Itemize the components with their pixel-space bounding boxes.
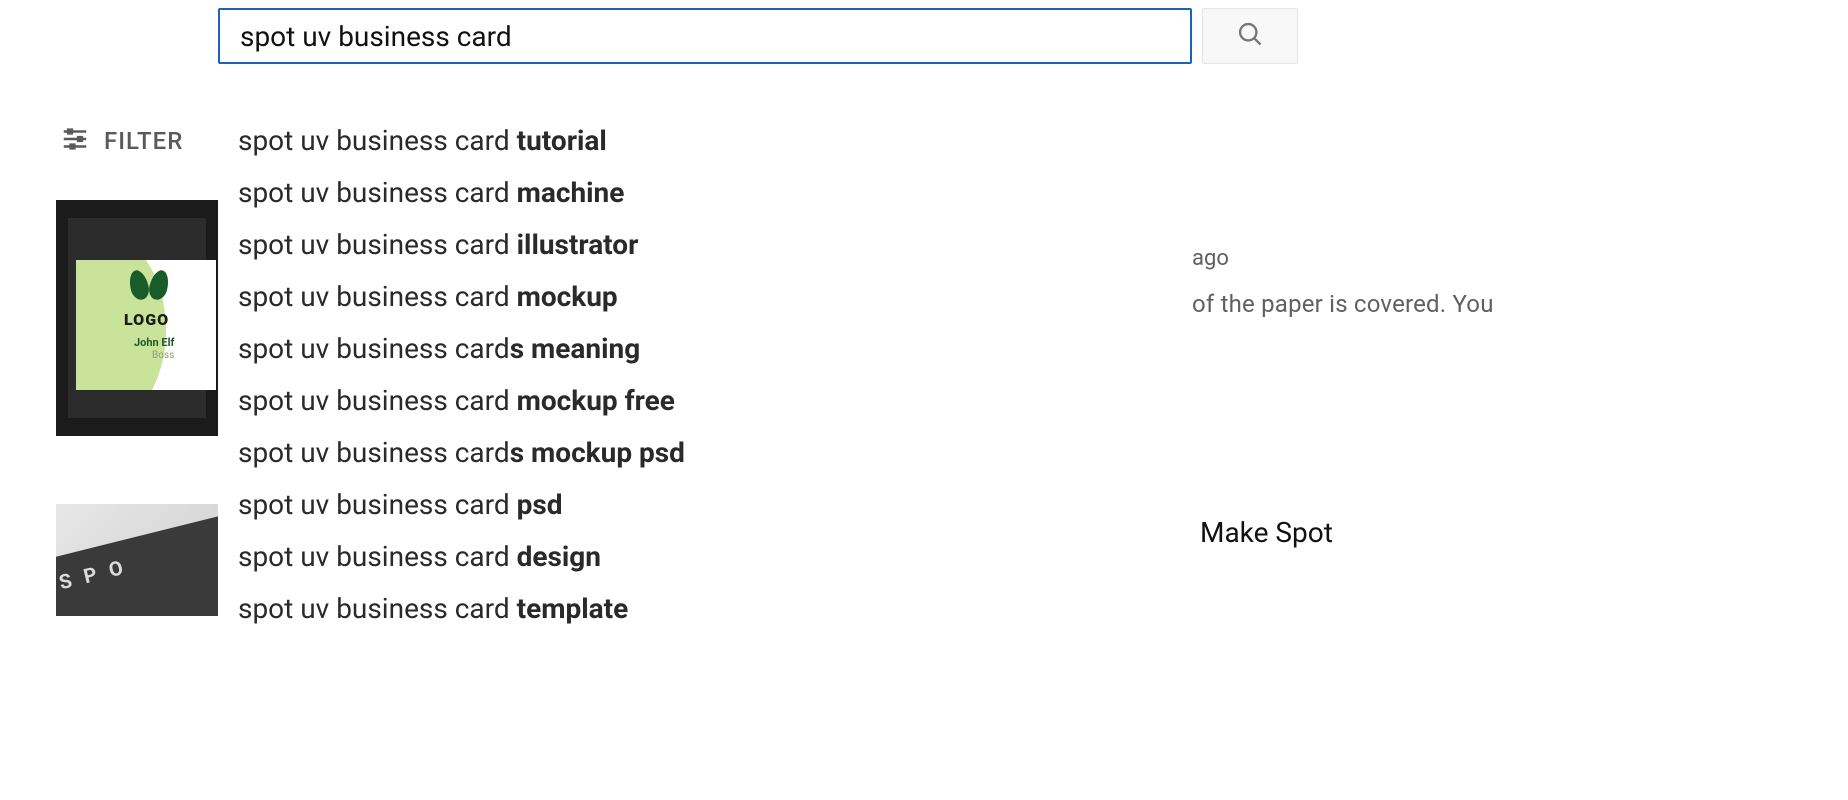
filter-icon — [60, 124, 90, 158]
suggestion-suffix: illustrator — [517, 228, 639, 261]
result-thumbnail-1[interactable]: LOGO John Elf Boss — [56, 200, 218, 436]
suggestion-prefix: spot uv business card — [238, 384, 517, 417]
suggestion-item[interactable]: spot uv business card tutorial — [218, 115, 1192, 167]
suggestion-suffix: s meaning — [510, 332, 641, 365]
thumb1-role: Boss — [152, 350, 174, 361]
suggestion-suffix: machine — [517, 176, 625, 209]
suggestion-suffix: mockup free — [517, 384, 675, 417]
suggestion-item[interactable]: spot uv business cards mockup psd — [218, 427, 1192, 479]
suggestion-prefix: spot uv business card — [238, 436, 510, 469]
result-title-fragment: Make Spot — [1200, 516, 1333, 549]
suggestion-suffix: design — [517, 540, 601, 573]
suggestion-prefix: spot uv business card — [238, 332, 510, 365]
suggestion-item[interactable]: spot uv business card machine — [218, 167, 1192, 219]
suggestion-prefix: spot uv business card — [238, 540, 517, 573]
suggestion-item[interactable]: spot uv business cards meaning — [218, 323, 1192, 375]
suggestion-suffix: tutorial — [517, 124, 607, 157]
suggestion-prefix: spot uv business card — [238, 488, 517, 521]
suggestion-prefix: spot uv business card — [238, 592, 517, 625]
suggestion-item[interactable]: spot uv business card mockup free — [218, 375, 1192, 427]
suggestion-item[interactable]: spot uv business card template — [218, 583, 1192, 635]
suggestion-item[interactable]: spot uv business card psd — [218, 479, 1192, 531]
search-icon — [1236, 20, 1264, 52]
thumb2-text: S P O — [56, 513, 218, 616]
filter-button[interactable]: FILTER — [60, 124, 183, 158]
search-suggestions: spot uv business card tutorialspot uv bu… — [218, 95, 1192, 651]
suggestion-item[interactable]: spot uv business card illustrator — [218, 219, 1192, 271]
suggestion-item[interactable]: spot uv business card design — [218, 531, 1192, 583]
suggestion-prefix: spot uv business card — [238, 228, 517, 261]
suggestion-item[interactable]: spot uv business card mockup — [218, 271, 1192, 323]
result-meta-fragment: ago — [1192, 246, 1229, 271]
suggestion-suffix: mockup — [517, 280, 618, 313]
filter-label: FILTER — [104, 127, 183, 155]
suggestion-prefix: spot uv business card — [238, 124, 517, 157]
result-thumbnail-2[interactable]: S P O — [56, 504, 218, 616]
search-button[interactable] — [1202, 8, 1298, 64]
suggestion-prefix: spot uv business card — [238, 280, 517, 313]
result-description-fragment: of the paper is covered. You — [1192, 290, 1494, 318]
suggestion-suffix: template — [517, 592, 629, 625]
thumb1-logo-text: LOGO — [124, 310, 169, 329]
search-input[interactable] — [218, 8, 1192, 64]
suggestion-suffix: s mockup psd — [510, 436, 685, 469]
search-bar — [218, 8, 1298, 64]
suggestion-suffix: psd — [517, 488, 563, 521]
suggestion-prefix: spot uv business card — [238, 176, 517, 209]
thumb1-name: John Elf — [134, 336, 174, 349]
